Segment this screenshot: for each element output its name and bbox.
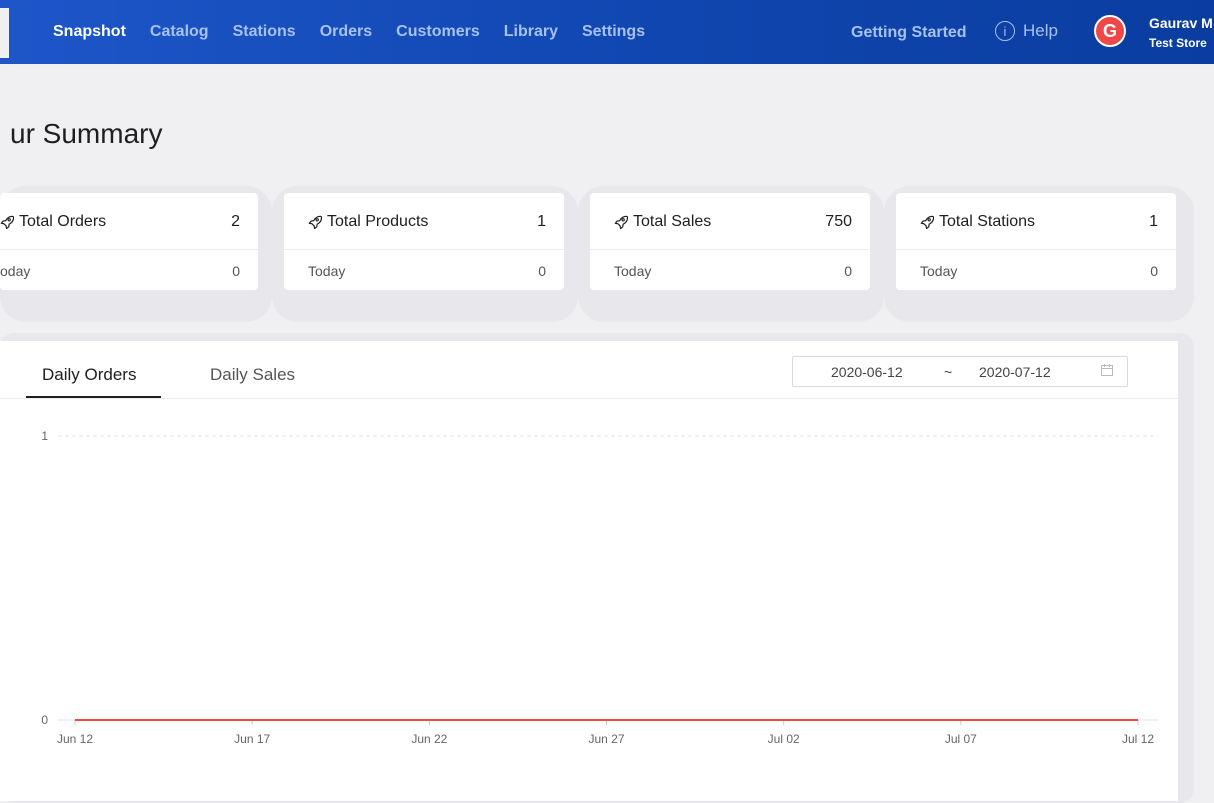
card-title: Total Products	[308, 213, 428, 231]
card-sub-value: 0	[538, 263, 546, 279]
card-sub-value: 0	[844, 263, 852, 279]
x-tick-label: Jun 17	[234, 732, 270, 746]
nav-left-edge	[0, 8, 9, 58]
x-tick-label: Jun 27	[588, 732, 624, 746]
card-value: 1	[537, 213, 546, 231]
stat-card-total-stations: Total Stations 1 Today 0	[896, 193, 1176, 290]
y-tick-label: 0	[41, 713, 48, 727]
rocket-icon	[308, 215, 322, 229]
card-title: Total Orders	[0, 213, 106, 231]
nav-orders[interactable]: Orders	[320, 23, 372, 41]
card-sub-label: Today	[308, 263, 345, 279]
tab-daily-sales[interactable]: Daily Sales	[210, 365, 295, 385]
card-title-text: Total Sales	[633, 213, 711, 231]
nav-customers[interactable]: Customers	[396, 23, 480, 41]
page-title: ur Summary	[10, 118, 162, 150]
user-store: Test Store	[1149, 36, 1207, 50]
card-value: 750	[825, 213, 852, 231]
nav-catalog[interactable]: Catalog	[150, 23, 209, 41]
date-separator: ~	[944, 364, 952, 380]
avatar[interactable]: G	[1094, 15, 1126, 47]
info-icon: i	[995, 21, 1015, 41]
card-sub-value: 0	[232, 263, 240, 279]
card-sub-label: Today	[920, 263, 957, 279]
help-label: Help	[1023, 21, 1058, 41]
top-navigation-bar: Snapshot Catalog Stations Orders Custome…	[0, 0, 1214, 64]
nav-stations[interactable]: Stations	[233, 23, 296, 41]
card-value: 1	[1149, 213, 1158, 231]
date-start[interactable]: 2020-06-12	[831, 364, 903, 380]
x-tick-label: Jul 07	[945, 732, 977, 746]
card-title: Total Stations	[920, 213, 1035, 231]
card-sub-value: 0	[1150, 263, 1158, 279]
nav-library[interactable]: Library	[504, 23, 558, 41]
tabs-divider	[0, 398, 1178, 399]
tab-daily-orders[interactable]: Daily Orders	[42, 365, 136, 385]
help-button[interactable]: i Help	[995, 21, 1058, 41]
date-end[interactable]: 2020-07-12	[979, 364, 1051, 380]
card-sub-label: Today	[614, 263, 651, 279]
card-value: 2	[231, 213, 240, 231]
tab-active-indicator	[26, 396, 161, 398]
x-tick-label: Jul 02	[768, 732, 800, 746]
y-tick-label: 1	[41, 429, 48, 443]
stat-card-total-products: Total Products 1 Today 0	[284, 193, 564, 290]
rocket-icon	[920, 215, 934, 229]
card-title: Total Sales	[614, 213, 711, 231]
rocket-icon	[0, 215, 14, 229]
stat-card-total-sales: Total Sales 750 Today 0	[590, 193, 870, 290]
card-title-text: Total Orders	[19, 213, 106, 231]
nav-settings[interactable]: Settings	[582, 23, 645, 41]
nav-snapshot[interactable]: Snapshot	[53, 23, 126, 41]
card-sub-label: oday	[0, 263, 30, 279]
x-tick-label: Jun 22	[411, 732, 447, 746]
daily-orders-chart: 0 1 Jun 12 Jun 17 Jun 22 Jun 27 Jul 02 Jul 07 Ju…	[0, 400, 1178, 760]
rocket-icon	[614, 215, 628, 229]
stat-card-total-orders: Total Orders 2 oday 0	[0, 193, 258, 290]
getting-started-link[interactable]: Getting Started	[851, 24, 967, 42]
user-name[interactable]: Gaurav M	[1149, 15, 1213, 31]
x-tick-label: Jun 12	[57, 732, 93, 746]
main-nav: Snapshot Catalog Stations Orders Custome…	[53, 0, 669, 64]
card-title-text: Total Products	[327, 213, 428, 231]
card-title-text: Total Stations	[939, 213, 1035, 231]
date-range-picker[interactable]: 2020-06-12 ~ 2020-07-12	[792, 356, 1128, 387]
calendar-icon	[1101, 364, 1113, 376]
x-tick-label: Jul 12	[1122, 732, 1154, 746]
